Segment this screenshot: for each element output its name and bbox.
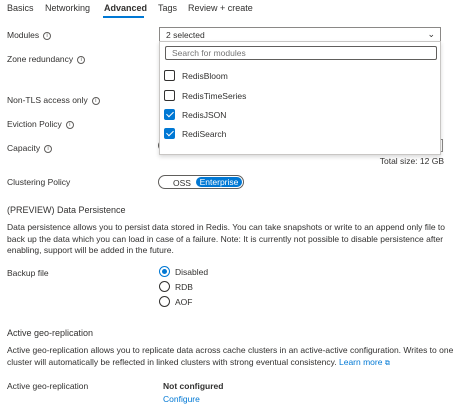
tab-bar: Basics Networking Advanced Tags Review +… — [0, 0, 474, 20]
checkbox-checked-icon[interactable] — [164, 128, 175, 139]
clustering-option-oss[interactable]: OSS — [173, 178, 191, 188]
tab-basics[interactable]: Basics — [7, 3, 34, 13]
module-option-label: RedisJSON — [182, 110, 227, 120]
module-option-redisjson[interactable]: RedisJSON — [164, 108, 434, 122]
non-tls-label: Non-TLS access only — [7, 95, 88, 105]
module-option-label: RediSearch — [182, 129, 227, 139]
backup-option-label: Disabled — [175, 267, 209, 277]
module-option-label: RedisBloom — [182, 71, 228, 81]
module-option-label: RedisTimeSeries — [182, 91, 247, 101]
learn-more-label: Learn more — [338, 356, 383, 367]
radio-selected-icon[interactable] — [159, 266, 170, 277]
configure-link[interactable]: Configure — [163, 394, 200, 404]
checkbox-icon[interactable] — [164, 90, 175, 101]
zone-redundancy-row: Zone redundancy i — [7, 54, 86, 64]
non-tls-row: Non-TLS access only i — [7, 95, 100, 105]
modules-label: Modules — [7, 30, 40, 40]
clustering-policy-label: Clustering Policy — [7, 177, 71, 187]
modules-select[interactable]: 2 selected ⌄ — [159, 27, 441, 42]
zone-redundancy-label: Zone redundancy — [7, 54, 74, 64]
clustering-option-enterprise[interactable]: Enterprise — [196, 177, 242, 187]
checkbox-checked-icon[interactable] — [164, 109, 175, 120]
module-option-redistimeseries[interactable]: RedisTimeSeries — [164, 89, 434, 103]
capacity-row: Capacity i — [7, 143, 53, 153]
geo-replication-description: Active geo-replication allows you to rep… — [7, 345, 462, 369]
persistence-section-title: (PREVIEW) Data Persistence — [7, 205, 126, 215]
backup-file-label: Backup file — [7, 268, 49, 278]
capacity-label: Capacity — [7, 143, 41, 153]
active-tab-indicator — [103, 16, 144, 18]
modules-selected-value: 2 selected — [166, 30, 205, 40]
eviction-policy-label: Eviction Policy — [7, 119, 62, 129]
learn-more-link[interactable]: Learn more ⧉ — [339, 357, 390, 367]
checkbox-icon[interactable] — [164, 70, 175, 81]
modules-dropdown-panel: RedisBloom RedisTimeSeries RedisJSON Red… — [159, 41, 441, 155]
info-icon[interactable]: i — [91, 96, 100, 105]
chevron-down-icon: ⌄ — [427, 30, 435, 40]
module-option-redisearch[interactable]: RediSearch — [164, 127, 434, 141]
info-icon[interactable]: i — [44, 144, 53, 153]
info-icon[interactable]: i — [43, 31, 52, 40]
tab-review-create[interactable]: Review + create — [188, 3, 253, 13]
geo-replication-label: Active geo-replication — [7, 381, 89, 391]
info-icon[interactable]: i — [65, 120, 74, 129]
module-option-redisbloom[interactable]: RedisBloom — [164, 69, 434, 83]
radio-icon[interactable] — [159, 296, 170, 307]
persistence-description: Data persistence allows you to persist d… — [7, 222, 446, 255]
tab-tags[interactable]: Tags — [158, 3, 177, 13]
info-icon[interactable]: i — [77, 55, 86, 64]
tab-advanced[interactable]: Advanced — [104, 3, 147, 13]
clustering-policy-toggle[interactable]: OSS Enterprise — [158, 175, 244, 189]
geo-replication-status: Not configured — [163, 381, 224, 391]
geo-replication-title: Active geo-replication — [7, 328, 94, 338]
modules-label-row: Modules i — [7, 30, 52, 40]
external-link-icon: ⧉ — [384, 358, 390, 367]
backup-option-label: AOF — [175, 297, 193, 307]
total-size-text: Total size: 12 GB — [379, 156, 444, 166]
eviction-policy-row: Eviction Policy i — [7, 119, 74, 129]
backup-option-label: RDB — [175, 282, 193, 292]
radio-icon[interactable] — [159, 281, 170, 292]
tab-networking[interactable]: Networking — [45, 3, 90, 13]
module-search-input[interactable] — [165, 46, 437, 60]
